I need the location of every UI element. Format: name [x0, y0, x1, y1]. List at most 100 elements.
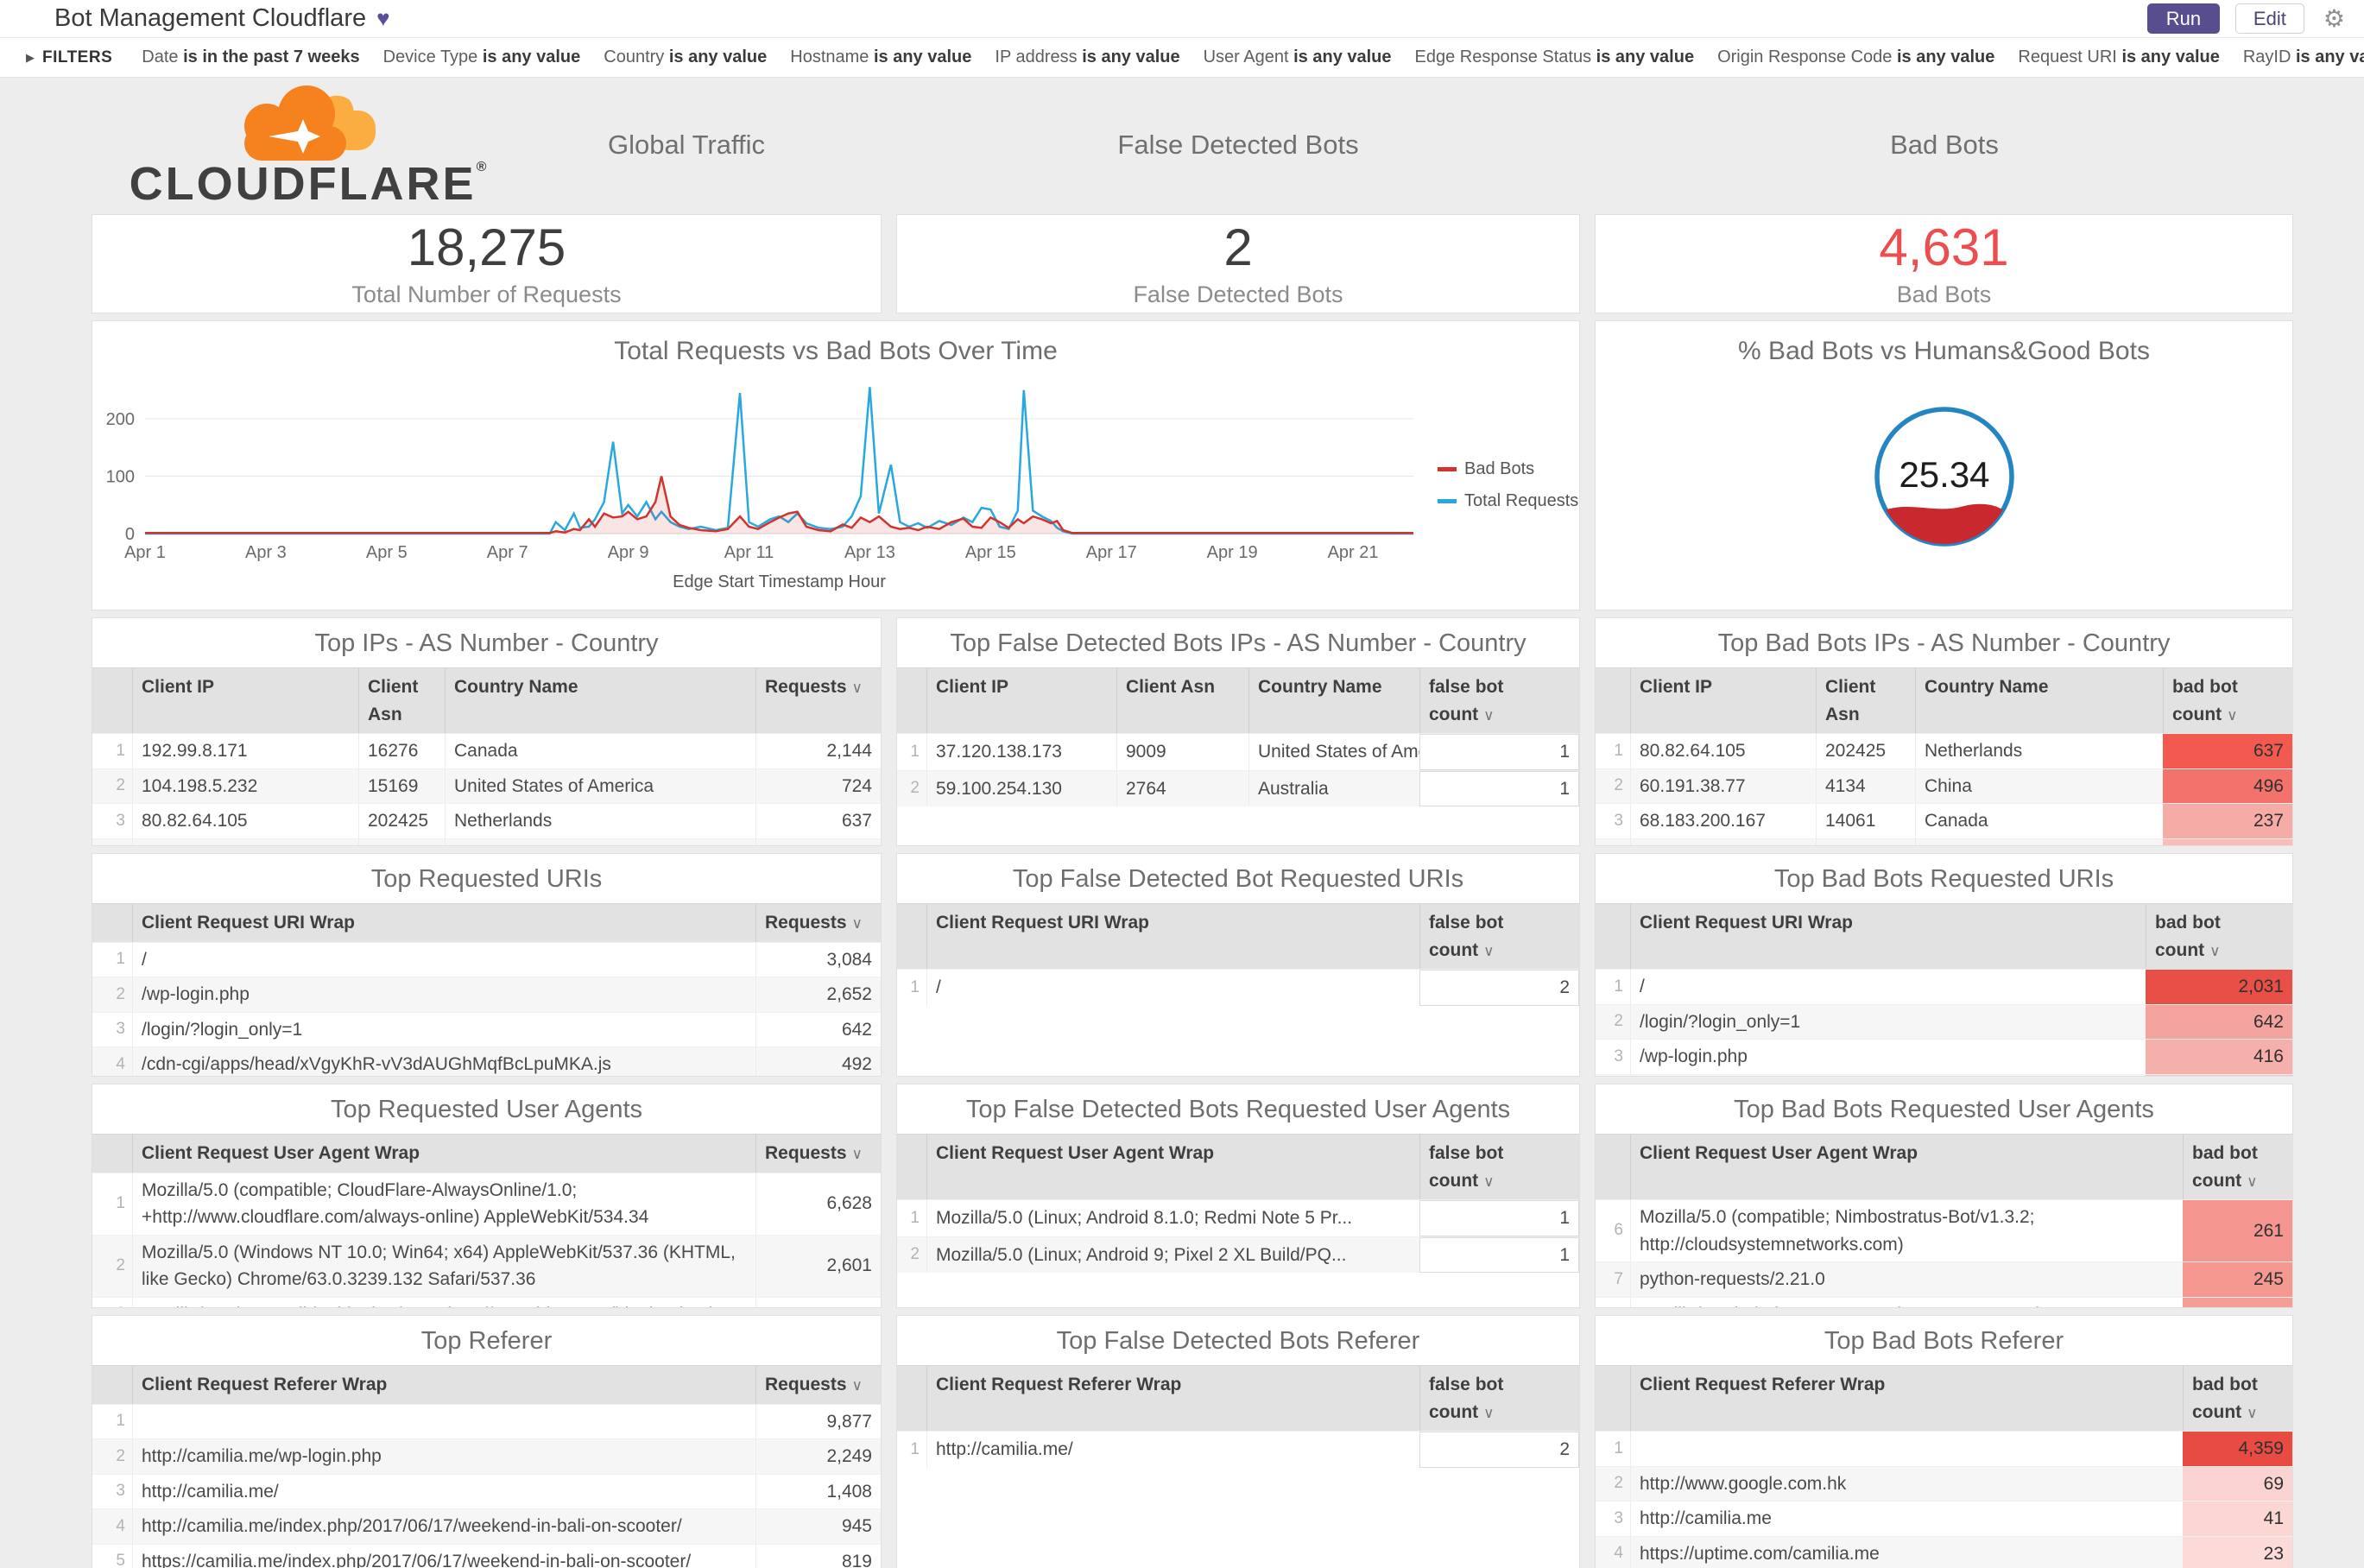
- column-header-client-request-uri-wrap: Client Request URI Wrap: [132, 904, 755, 942]
- filter-hostname[interactable]: Hostname is any value: [790, 47, 971, 67]
- column-header-requests[interactable]: Requests ∨: [755, 904, 881, 942]
- table-row: 2/login/?login_only=1 642: [1596, 1003, 2292, 1039]
- table-row: 4 https://uptime.com/camilia.me 23: [1596, 1535, 2292, 1568]
- row-number-header: [897, 668, 926, 733]
- filter-field: Device Type: [382, 47, 483, 66]
- sort-caret-icon: ∨: [2247, 1173, 2258, 1190]
- cell-client-asn: 16276: [358, 734, 445, 768]
- row-number: 1: [1614, 1438, 1623, 1457]
- table-header-row: Client Request User Agent Wrap bad bot co…: [1596, 1134, 2292, 1199]
- filter-origin-response-code[interactable]: Origin Response Code is any value: [1717, 47, 1994, 67]
- filter-user-agent[interactable]: User Agent is any value: [1204, 47, 1392, 67]
- row-number: 4: [116, 1054, 125, 1073]
- column-header-requests[interactable]: Requests ∨: [755, 668, 881, 733]
- gear-icon[interactable]: ⚙: [2323, 4, 2345, 33]
- column-header-requests[interactable]: Requests ∨: [755, 1366, 881, 1404]
- sort-caret-icon: ∨: [851, 1146, 863, 1162]
- table-row: 1 80.82.64.105 202425 Netherlands 637: [1596, 733, 2292, 768]
- cell-client-request-user-agent-wrap: python-requests/2.21.0: [1630, 1262, 2183, 1297]
- run-button[interactable]: Run: [2146, 3, 2220, 34]
- cell-bad-bot-count: 2,031: [2146, 970, 2292, 1004]
- x-tick-label: Apr 9: [608, 543, 649, 562]
- cell-false-bot-count: 1: [1419, 734, 1579, 770]
- table-body: 1 9,877 2 http://camilia.me/wp-login.php 2,2…: [92, 1403, 881, 1568]
- column-header-bad-bot-count[interactable]: bad bot count ∨: [2146, 904, 2292, 969]
- cell-client-request-referer-wrap: http://camilia.me: [1630, 1502, 2183, 1536]
- column-header-false-bot-count[interactable]: false bot count ∨: [1419, 1135, 1579, 1199]
- cell-requests: 2,652: [755, 977, 881, 1012]
- data-table: Top Requested User Agents Client Request …: [92, 1084, 881, 1307]
- table-row: 2 http://www.google.com.hk 69: [1596, 1465, 2292, 1501]
- cell-requests: 6,628: [755, 1173, 881, 1235]
- column-header-false-bot-count[interactable]: false bot count ∨: [1419, 1366, 1579, 1431]
- kpi-false-detected-bots: 2 False Detected Bots: [896, 214, 1580, 313]
- table-body: 1 4,359 2 http://www.google.com.hk 69 3 http:/…: [1596, 1431, 2292, 1568]
- table-title: Top False Detected Bots IPs - AS Number …: [950, 629, 1526, 657]
- column-header-false-bot-count[interactable]: false bot count ∨: [1419, 668, 1579, 733]
- cell-client-ip: 60.191.38.77: [1630, 768, 1816, 803]
- cell-client-ip: 68.183.200.167: [1630, 804, 1816, 838]
- filter-date[interactable]: Date is in the past 7 weeks: [142, 47, 359, 67]
- filter-field: Origin Response Code: [1717, 47, 1897, 66]
- column-header-bad-bot-count[interactable]: bad bot count ∨: [2163, 668, 2292, 733]
- row-number: 1: [116, 950, 125, 968]
- cell-bad-bot-count: 41: [2183, 1502, 2292, 1536]
- cell-client-request-referer-wrap: http://camilia.me/index.php/2017/06/17/w…: [132, 1509, 755, 1544]
- y-tick-label: 100: [106, 468, 135, 487]
- row-number: 3: [116, 1482, 125, 1500]
- table-row: 1 37.120.138.1739009United States of Amer…: [897, 733, 1579, 770]
- column-header-bad-bot-count[interactable]: bad bot count ∨: [2183, 1366, 2292, 1431]
- row-number: 2: [1614, 776, 1623, 794]
- table-row: 8Mozilla/5.0 (Windows NT 6.1; Win64; x64…: [1596, 1296, 2292, 1307]
- table-title: Top Bad Bots IPs - AS Number - Country: [1717, 629, 2171, 657]
- data-table: Top Bad Bots Referer Client Request Refer…: [1596, 1316, 2292, 1568]
- cell-client-request-referer-wrap: http://www.google.com.hk: [1630, 1466, 2183, 1501]
- filter-rayid[interactable]: RayID is any value: [2243, 47, 2364, 67]
- filter-condition: is any value: [1082, 47, 1180, 66]
- filter-ip-address[interactable]: IP address is any value: [995, 47, 1179, 67]
- cell-client-request-referer-wrap: http://camilia.me/wp-login.php: [132, 1439, 755, 1474]
- gauge-panel: % Bad Bots vs Humans&Good Bots 25.34: [1595, 320, 2293, 610]
- cell-bad-bot-count: 245: [2183, 1262, 2292, 1297]
- column-header-false-bot-count[interactable]: false bot count ∨: [1419, 904, 1579, 969]
- table-row: 2 60.191.38.77 4134 China 496: [1596, 768, 2292, 803]
- edit-button[interactable]: Edit: [2234, 3, 2304, 34]
- filter-device-type[interactable]: Device Type is any value: [383, 47, 581, 67]
- filter-request-uri[interactable]: Request URI is any value: [2018, 47, 2219, 67]
- cell-client-request-user-agent-wrap: Mozilla/5.0 (compatible; bingbot/2.0; +h…: [132, 1297, 755, 1307]
- chevron-right-icon: ▶: [26, 50, 35, 64]
- table-body: 1/2,031 2/login/?login_only=1 642 3/wp-logi…: [1596, 969, 2292, 1076]
- filter-edge-response-status[interactable]: Edge Response Status is any value: [1415, 47, 1695, 67]
- filter-country[interactable]: Country is any value: [604, 47, 767, 67]
- column-header-client-request-uri-wrap: Client Request URI Wrap: [926, 904, 1419, 969]
- cell-false-bot-count: 2: [1419, 1432, 1579, 1468]
- cell-requests: 819: [755, 1544, 881, 1568]
- row-number-header: [92, 1366, 132, 1404]
- panel-top-bad-bot-uris: Top Bad Bots Requested URIs Client Reques…: [1595, 853, 2293, 1077]
- kpi-value: 4,631: [1879, 218, 2009, 276]
- x-axis-label: Edge Start Timestamp Hour: [673, 572, 886, 591]
- cell-client-ip: 61.160.221.73: [1630, 838, 1816, 845]
- column-header-requests[interactable]: Requests ∨: [755, 1135, 881, 1173]
- filters-toggle[interactable]: ▶ FILTERS: [26, 48, 112, 67]
- x-tick-label: Apr 19: [1207, 543, 1258, 562]
- cell-country-name: Canada: [445, 734, 755, 768]
- cell-client-request-uri-wrap: /: [132, 942, 755, 977]
- data-table: Top Bad Bots Requested URIs Client Reques…: [1596, 854, 2292, 1076]
- table-header-row: Client IP Client Asn Country Name Requests ∨: [92, 667, 881, 733]
- filter-condition: is any value: [2121, 47, 2220, 66]
- x-tick-label: Apr 1: [124, 543, 166, 562]
- table-row: 4/cdn-cgi/apps/head/xVgyKhR-vV3dAUGhMqfB…: [92, 1046, 881, 1076]
- chart-row: Total Requests vs Bad Bots Over Time 0 10…: [92, 320, 2294, 610]
- column-header-bad-bot-count[interactable]: bad bot count ∨: [2183, 1135, 2292, 1199]
- cell-client-request-uri-wrap: /wp-login.php: [1630, 1040, 2146, 1074]
- cell-country-name: China: [445, 838, 755, 845]
- table-row: 5 https://camilia.me/index.php/2017/06/17…: [92, 1543, 881, 1568]
- cell-requests: 2,144: [755, 734, 881, 768]
- row-number: 2: [116, 776, 125, 794]
- column-header-client-request-referer-wrap: Client Request Referer Wrap: [132, 1366, 755, 1404]
- column-header-client-asn: Client Asn: [1816, 668, 1915, 733]
- cell-requests: 733: [755, 1297, 881, 1307]
- filter-condition: is any value: [2295, 47, 2364, 66]
- table-row: 1 /2: [897, 969, 1579, 1006]
